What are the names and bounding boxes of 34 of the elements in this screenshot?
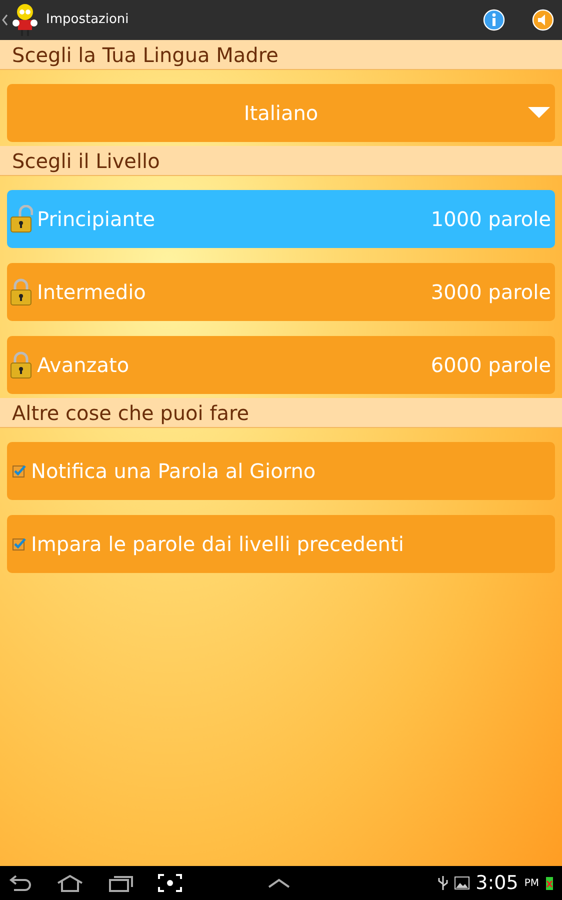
word-count: 3000 parole bbox=[430, 279, 551, 306]
screen-title: Impostazioni bbox=[46, 11, 129, 30]
option-label: Impara le parole dai livelli precedenti bbox=[31, 531, 404, 558]
level-name: Avanzato bbox=[37, 352, 130, 379]
option-row[interactable]: Notifica una Parola al Giorno bbox=[7, 442, 555, 500]
back-icon[interactable] bbox=[2, 14, 8, 26]
checked-checkbox-icon[interactable] bbox=[12, 537, 26, 551]
section-header: Scegli il Livello bbox=[0, 146, 562, 176]
mascot-icon[interactable] bbox=[12, 3, 38, 37]
option-label: Notifica una Parola al Giorno bbox=[31, 458, 316, 485]
option-row[interactable]: Impara le parole dai livelli precedenti bbox=[7, 515, 555, 573]
word-count: 1000 parole bbox=[430, 206, 551, 233]
checked-checkbox-icon[interactable] bbox=[12, 464, 26, 478]
screenshot-icon[interactable] bbox=[158, 874, 182, 892]
section-header: Scegli la Tua Lingua Madre bbox=[0, 40, 562, 70]
clock-meridiem: PM bbox=[524, 877, 539, 892]
word-count: 6000 parole bbox=[430, 352, 551, 379]
level-name: Intermedio bbox=[37, 279, 146, 306]
speaker-icon[interactable] bbox=[532, 9, 554, 31]
caret-icon bbox=[528, 107, 550, 119]
level-name: Principiante bbox=[37, 206, 156, 233]
image-icon bbox=[454, 876, 470, 890]
back-icon[interactable] bbox=[8, 875, 32, 891]
language-dropdown[interactable]: Italiano bbox=[7, 84, 555, 142]
info-icon[interactable] bbox=[483, 9, 505, 31]
usb-icon bbox=[438, 875, 448, 891]
level-item[interactable]: Intermedio 3000 parole bbox=[7, 263, 555, 321]
clock-time: 3:05 bbox=[476, 870, 518, 896]
level-item[interactable]: Principiante 1000 parole bbox=[7, 190, 555, 248]
level-item[interactable]: Avanzato 6000 parole bbox=[7, 336, 555, 394]
section-header: Altre cose che puoi fare bbox=[0, 398, 562, 428]
battery-icon bbox=[545, 875, 554, 891]
recent-apps-icon[interactable] bbox=[108, 874, 134, 892]
home-icon[interactable] bbox=[56, 874, 84, 892]
